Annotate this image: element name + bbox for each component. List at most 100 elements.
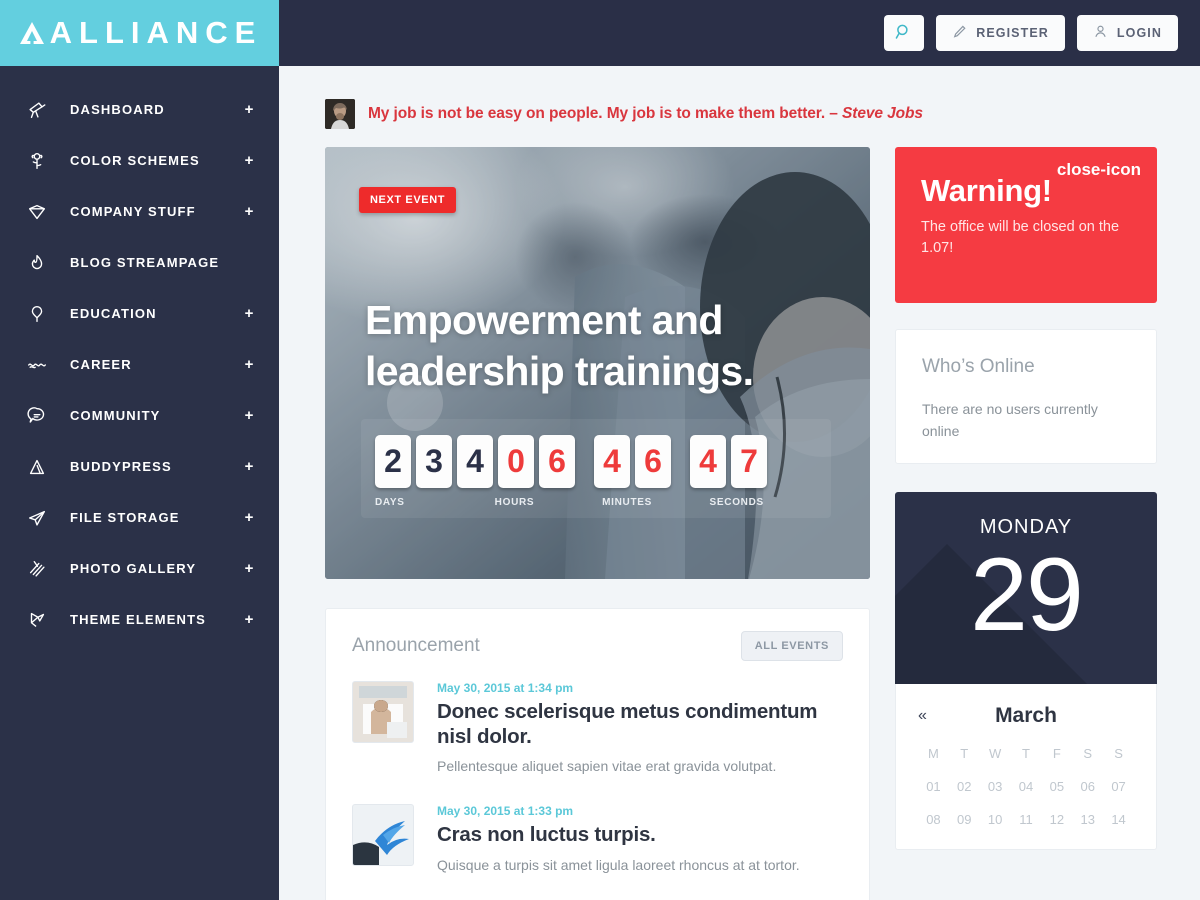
calendar-day[interactable]: 06 [1072,779,1103,794]
logo-text: ALLIANCE [49,15,263,50]
countdown-digit: 6 [635,435,671,488]
next-event-badge[interactable]: NEXT EVENT [359,187,457,213]
calendar-day[interactable]: 07 [1103,779,1134,794]
calendar-dow: S [1114,746,1123,761]
login-button[interactable]: LOGIN [1076,15,1178,51]
expander-icon[interactable]: + [243,305,255,322]
countdown-hours: 0 6 [498,435,580,488]
chat-bubble-icon [26,405,60,427]
expander-icon[interactable]: + [243,611,255,628]
expander-icon[interactable]: + [243,407,255,424]
hero-banner[interactable]: NEXT EVENT Empowerment and leadership tr… [325,147,870,579]
calendar-day[interactable]: 11 [1011,812,1042,827]
calendar-day[interactable]: 01 [918,779,949,794]
calendar-day-number: 29 [970,537,1084,653]
avatar [325,99,355,129]
countdown-digit: 6 [539,435,575,488]
sidebar-item-label: FILE STORAGE [70,510,180,525]
expander-icon[interactable]: + [243,458,255,475]
logo[interactable]: ALLIANCE [0,0,279,66]
list-item[interactable]: May 30, 2015 at 1:33 pm Cras non luctus … [352,804,843,875]
sidebar-item-label: COMPANY STUFF [70,204,196,219]
calendar-day[interactable]: 03 [980,779,1011,794]
sidebar-item-label: COLOR SCHEMES [70,153,200,168]
sidebar-item-blog-streampage[interactable]: BLOG STREAMPAGE [0,237,279,288]
expander-icon[interactable]: + [243,203,255,220]
quote-text: My job is not be easy on people. My job … [368,105,923,123]
calendar-day[interactable]: 09 [949,812,980,827]
paper-plane-icon [26,507,60,529]
sidebar-item-dashboard[interactable]: DASHBOARD + [0,84,279,135]
sidebar-item-education[interactable]: EDUCATION + [0,288,279,339]
announcement-headline[interactable]: Cras non luctus turpis. [437,823,800,848]
top-bar: ALLIANCE REGISTER LOGIN [0,0,1200,66]
list-item[interactable]: May 30, 2015 at 1:34 pm Donec scelerisqu… [352,681,843,776]
countdown-digit: 7 [731,435,767,488]
register-label: REGISTER [976,26,1049,40]
calendar-day[interactable]: 02 [949,779,980,794]
expander-icon[interactable]: + [243,356,255,373]
bird-icon [26,609,60,631]
sidebar-item-color-schemes[interactable]: COLOR SCHEMES + [0,135,279,186]
sidebar-item-label: CAREER [70,357,132,372]
close-icon[interactable]: close-icon [1057,161,1141,178]
all-events-button[interactable]: ALL EVENTS [740,631,843,661]
login-label: LOGIN [1116,26,1162,40]
sidebar-item-photo-gallery[interactable]: PHOTO GALLERY + [0,543,279,594]
calendar-dow: W [988,746,1002,761]
announcement-date: May 30, 2015 at 1:33 pm [437,804,574,819]
expander-icon[interactable]: + [243,101,255,118]
countdown-label-minutes: MINUTES [602,497,653,508]
announcement-date: May 30, 2015 at 1:34 pm [437,681,574,695]
mountain-triangle-icon [17,18,47,48]
calendar-dow: S [1083,746,1093,761]
sidebar-item-career[interactable]: CAREER + [0,339,279,390]
countdown-seconds: 4 7 [690,435,772,488]
calendar-day[interactable]: 14 [1103,812,1134,827]
pencil-icon [952,24,967,42]
flame-icon [26,252,60,274]
flower-icon [26,150,60,172]
calendar-dow: T [960,746,969,761]
calendar-weekday: MONDAY [979,516,1073,538]
slash-lines-icon [26,558,60,580]
calendar-body: « March M T W T F S S 01 02 03 04 05 06 … [895,684,1157,850]
announcement-excerpt: Quisque a turpis sit amet ligula laoreet… [437,857,800,874]
whos-online-body: There are no users currently online [922,401,1098,440]
calendar-day[interactable]: 05 [1041,779,1072,794]
calendar-day[interactable]: 12 [1041,812,1072,827]
search-button[interactable] [884,15,925,51]
sidebar-item-community[interactable]: COMMUNITY + [0,390,279,441]
countdown-days: 2 3 4 [375,435,498,488]
calendar-dow: T [1022,746,1030,761]
whos-online-panel: Who’s Online There are no users currentl… [895,329,1157,464]
countdown-timer: 2 3 4 0 6 4 6 4 7 DAYS HOURS MINUTES SEC… [361,419,831,518]
whos-online-title: Who’s Online [922,356,1035,377]
expander-icon[interactable]: + [243,560,255,577]
sidebar-item-label: EDUCATION [70,306,157,321]
countdown-digit: 4 [457,435,493,488]
calendar-day[interactable]: 13 [1072,812,1103,827]
diamond-icon [26,201,60,223]
countdown-minutes: 4 6 [594,435,676,488]
calendar-day[interactable]: 08 [918,812,949,827]
sidebar-item-label: THEME ELEMENTS [70,612,206,627]
calendar-prev-button[interactable]: « [918,707,944,725]
expander-icon[interactable]: + [243,509,255,526]
register-button[interactable]: REGISTER [936,15,1065,51]
announcement-headline[interactable]: Donec scelerisque metus condimentum nisl… [437,700,843,749]
calendar-day[interactable]: 10 [980,812,1011,827]
app-root: ALLIANCE REGISTER LOGIN DASHBOARD + COLO… [0,0,1200,900]
sidebar-item-buddypress[interactable]: BUDDYPRESS + [0,441,279,492]
expander-icon[interactable]: + [243,152,255,169]
announcement-panel: Announcement ALL EVENTS May 30, 2015 at … [325,608,870,900]
sidebar-item-company-stuff[interactable]: COMPANY STUFF + [0,186,279,237]
sidebar-item-file-storage[interactable]: FILE STORAGE + [0,492,279,543]
calendar-dow: M [928,746,939,761]
sidebar-item-theme-elements[interactable]: THEME ELEMENTS + [0,594,279,645]
calendar-header: MONDAY 29 [895,492,1157,684]
sidebar-item-label: BUDDYPRESS [70,459,172,474]
calendar-dow: F [1052,746,1061,761]
countdown-label-seconds: SECONDS [709,497,764,508]
calendar-day[interactable]: 04 [1011,779,1042,794]
